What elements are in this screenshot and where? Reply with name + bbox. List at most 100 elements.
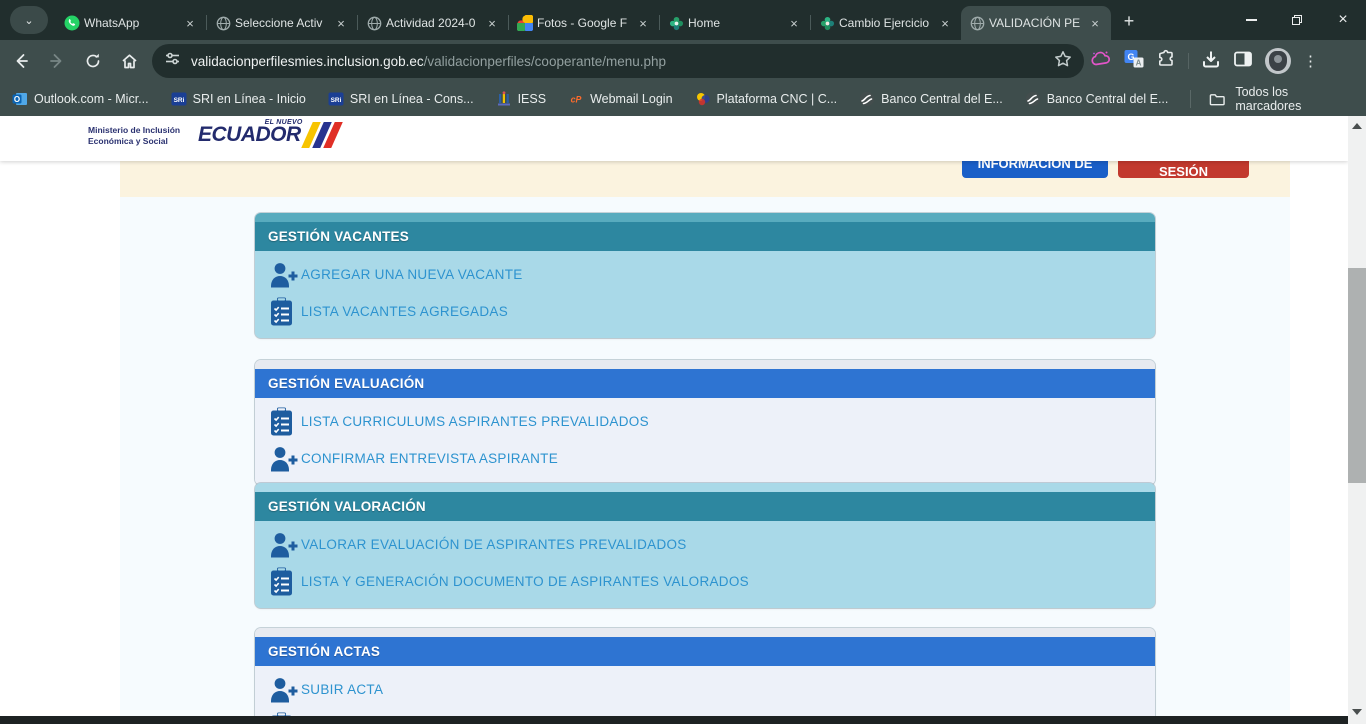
page-scrollbar[interactable]	[1348, 116, 1366, 724]
bookmarks-bar: O Outlook.com - Micr... SRi SRI en Línea…	[0, 82, 1366, 116]
tab-close-icon[interactable]: ×	[182, 15, 198, 31]
tab-search-button[interactable]: ⌄	[10, 6, 48, 34]
scroll-up-arrow-icon[interactable]	[1352, 123, 1362, 129]
bookmark-sri-inicio[interactable]: SRi SRI en Línea - Inicio	[171, 91, 306, 107]
profile-avatar[interactable]	[1265, 48, 1291, 74]
menu-link[interactable]: VALORAR EVALUACIÓN DE ASPIRANTES PREVALI…	[301, 537, 687, 552]
cpanel-icon: cP	[568, 91, 584, 107]
tab-close-icon[interactable]: ×	[937, 15, 953, 31]
restore-icon	[1292, 15, 1302, 25]
all-bookmarks-label: Todos los marcadores	[1235, 85, 1354, 113]
extensions-puzzle-icon[interactable]	[1156, 49, 1176, 74]
tab-close-icon[interactable]: ×	[1087, 15, 1103, 31]
bce-globe-icon	[859, 91, 875, 107]
globe-icon	[969, 15, 985, 31]
section-body: VALORAR EVALUACIÓN DE ASPIRANTES PREVALI…	[255, 521, 1155, 608]
green-flower-icon	[819, 15, 835, 31]
bookmark-banco-central-2[interactable]: Banco Central del E...	[1025, 91, 1169, 107]
sri-icon: SRi	[328, 91, 344, 107]
downloads-icon[interactable]	[1201, 49, 1221, 74]
scroll-down-arrow-icon[interactable]	[1352, 709, 1362, 715]
browser-toolbar: validacionperfilesmies.inclusion.gob.ec/…	[0, 40, 1366, 82]
scrollbar-thumb[interactable]	[1348, 268, 1366, 483]
section-top-strip	[255, 628, 1155, 637]
pink-cloud-extension-icon[interactable]	[1090, 49, 1112, 74]
tab-title: Home	[688, 16, 782, 30]
menu-link[interactable]: LISTA VACANTES AGREGADAS	[301, 304, 508, 319]
home-button[interactable]	[114, 46, 144, 76]
google-photos-icon	[517, 15, 533, 31]
tab-actividad-2024[interactable]: Actividad 2024-0 ×	[358, 6, 508, 40]
google-translate-icon[interactable]: GA	[1124, 49, 1144, 74]
ecuador-logo: EL NUEVO ECUADOR	[198, 122, 337, 148]
close-window-button[interactable]: ×	[1320, 0, 1366, 40]
bookmark-star-icon[interactable]	[1054, 50, 1072, 73]
menu-link[interactable]: CONFIRMAR ENTREVISTA ASPIRANTE	[301, 451, 558, 466]
svg-text:SRi: SRi	[173, 97, 184, 104]
globe-icon	[215, 15, 231, 31]
clipboard-list-icon	[269, 567, 301, 597]
bookmark-iess[interactable]: IESS	[496, 91, 547, 107]
whatsapp-icon	[64, 15, 80, 31]
menu-link[interactable]: SUBIR ACTA	[301, 682, 383, 697]
tab-close-icon[interactable]: ×	[333, 15, 349, 31]
reload-button[interactable]	[78, 46, 108, 76]
tab-seleccione-actividad[interactable]: Seleccione Activ ×	[207, 6, 357, 40]
address-bar[interactable]: validacionperfilesmies.inclusion.gob.ec/…	[152, 44, 1084, 78]
all-bookmarks[interactable]: Todos los marcadores	[1190, 85, 1354, 113]
svg-text:cP: cP	[571, 95, 582, 105]
svg-text:A: A	[1136, 58, 1142, 67]
menu-link[interactable]: LISTA CURRICULUMS ASPIRANTES PREVALIDADO…	[301, 414, 649, 429]
section-title: GESTIÓN VACANTES	[255, 222, 1155, 251]
ministry-line1: Ministerio de Inclusión	[88, 125, 180, 136]
bookmark-webmail[interactable]: cP Webmail Login	[568, 91, 672, 107]
web-page: INFORMACIÓN DE CERRAR SESIÓN GESTIÓN VAC…	[0, 116, 1348, 724]
site-settings-icon[interactable]	[164, 50, 181, 72]
back-button[interactable]	[6, 46, 36, 76]
side-panel-icon[interactable]	[1233, 49, 1253, 74]
tab-close-icon[interactable]: ×	[635, 15, 651, 31]
restore-button[interactable]	[1274, 0, 1320, 40]
new-tab-button[interactable]: +	[1116, 8, 1142, 34]
ministry-line2: Económica y Social	[88, 136, 180, 147]
menu-item-subir-acta[interactable]: SUBIR ACTA	[255, 671, 1155, 708]
menu-item-lista-generacion-documento[interactable]: LISTA Y GENERACIÓN DOCUMENTO DE ASPIRANT…	[255, 563, 1155, 600]
menu-item-agregar-vacante[interactable]: AGREGAR UNA NUEVA VACANTE	[255, 256, 1155, 293]
menu-item-valorar-evaluacion[interactable]: VALORAR EVALUACIÓN DE ASPIRANTES PREVALI…	[255, 526, 1155, 563]
menu-link[interactable]: AGREGAR UNA NUEVA VACANTE	[301, 267, 523, 282]
tab-cambio-ejercicio[interactable]: Cambio Ejercicio ×	[811, 6, 961, 40]
menu-link[interactable]: LISTA Y GENERACIÓN DOCUMENTO DE ASPIRANT…	[301, 574, 749, 589]
chrome-menu-icon[interactable]: ⋮	[1303, 52, 1318, 70]
menu-item-lista-curriculums[interactable]: LISTA CURRICULUMS ASPIRANTES PREVALIDADO…	[255, 403, 1155, 440]
site-header: Ministerio de Inclusión Económica y Soci…	[0, 116, 1348, 161]
bookmark-plataforma-cnc[interactable]: Plataforma CNC | C...	[695, 91, 838, 107]
tab-whatsapp[interactable]: WhatsApp ×	[56, 6, 206, 40]
extensions-area: GA ⋮	[1090, 44, 1318, 78]
bookmark-label: Outlook.com - Micr...	[34, 92, 149, 106]
bookmark-label: Banco Central del E...	[881, 92, 1003, 106]
chevron-down-icon: ⌄	[24, 14, 33, 27]
section-body: LISTA CURRICULUMS ASPIRANTES PREVALIDADO…	[255, 398, 1155, 485]
minimize-button[interactable]	[1228, 0, 1274, 40]
section-title: GESTIÓN EVALUACIÓN	[255, 369, 1155, 398]
cnc-icon	[695, 91, 711, 107]
bookmark-outlook[interactable]: O Outlook.com - Micr...	[12, 91, 149, 107]
bookmarks-divider	[1190, 90, 1191, 108]
forward-button[interactable]	[42, 46, 72, 76]
menu-item-lista-vacantes[interactable]: LISTA VACANTES AGREGADAS	[255, 293, 1155, 330]
close-icon: ×	[1338, 11, 1347, 29]
section-gestion-valoracion: GESTIÓN VALORACIÓN VALORAR EVALUACIÓN DE…	[255, 483, 1155, 608]
svg-text:G: G	[1127, 52, 1134, 62]
section-top-strip	[255, 360, 1155, 369]
tab-fotos-google[interactable]: Fotos - Google F ×	[509, 6, 659, 40]
bookmark-banco-central-1[interactable]: Banco Central del E...	[859, 91, 1003, 107]
tab-validacion-perfiles-active[interactable]: VALIDACIÓN PE ×	[961, 6, 1111, 40]
tab-close-icon[interactable]: ×	[786, 15, 802, 31]
svg-text:SRi: SRi	[330, 97, 341, 104]
tab-close-icon[interactable]: ×	[484, 15, 500, 31]
iess-icon	[496, 91, 512, 107]
section-top-strip	[255, 483, 1155, 492]
menu-item-confirmar-entrevista[interactable]: CONFIRMAR ENTREVISTA ASPIRANTE	[255, 440, 1155, 477]
bookmark-sri-consultas[interactable]: SRi SRI en Línea - Cons...	[328, 91, 474, 107]
tab-home[interactable]: Home ×	[660, 6, 810, 40]
